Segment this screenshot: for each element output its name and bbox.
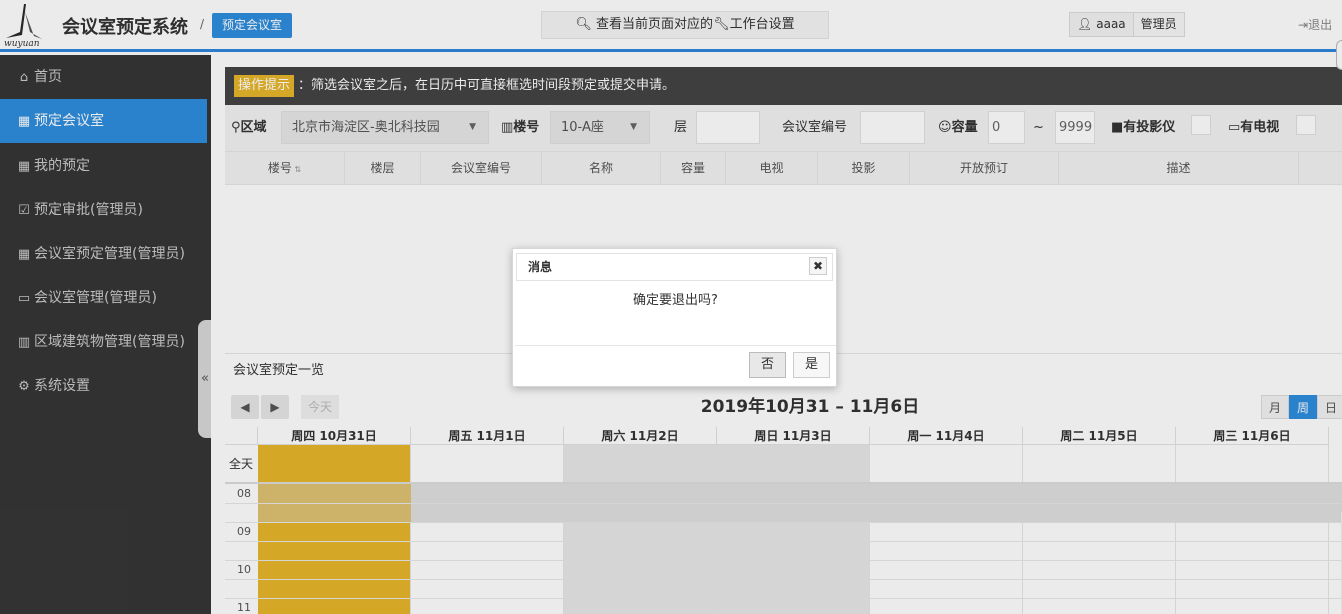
dialog-footer-divider: [515, 345, 836, 346]
no-button[interactable]: 否: [749, 352, 786, 378]
yes-button[interactable]: 是: [793, 352, 830, 378]
logout-confirm-dialog: 消息 ✖ 确定要退出吗? 否 是: [512, 248, 837, 387]
close-icon[interactable]: ✖: [809, 257, 827, 275]
dialog-header: 消息 ✖: [516, 253, 833, 281]
dialog-message: 确定要退出吗?: [633, 293, 718, 308]
dialog-title: 消息: [528, 260, 553, 274]
